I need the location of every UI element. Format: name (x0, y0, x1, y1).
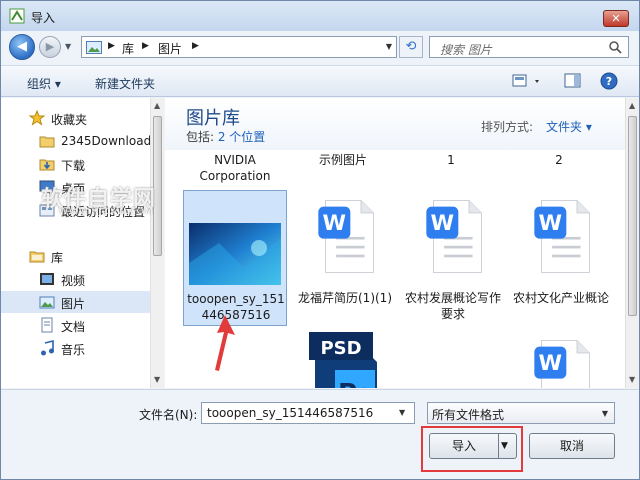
wps-document-icon: W (318, 200, 374, 273)
sort-label: 排列方式: (481, 120, 534, 134)
navigation-bar: ◀ ▶ ▼ ▶ 库 ▶ 图片 ▶ ▼ ⟲ 搜索 图片 (1, 31, 639, 61)
filename-label: 文件名(N): (139, 408, 198, 422)
sidebar-favorites-header[interactable]: 收藏夹 (1, 107, 150, 129)
breadcrumb-separator-icon[interactable]: ▶ (108, 41, 115, 51)
scroll-up-icon[interactable]: ▲ (629, 101, 635, 110)
import-dialog: 导入 ✕ ◀ ▶ ▼ ▶ 库 ▶ 图片 ▶ ▼ ⟲ 搜索 图片 组织 ▾ 新建文… (0, 0, 640, 480)
scroll-up-icon[interactable]: ▲ (154, 101, 160, 110)
new-folder-button[interactable]: 新建文件夹 (95, 75, 155, 92)
file-name: 龙福芹简历(1)(1) (298, 291, 392, 305)
file-item[interactable]: W 龙福芹简历(1)(1) (293, 190, 397, 326)
library-icon (29, 251, 45, 263)
file-item-selected[interactable]: tooopen_sy_151446587516 (183, 190, 287, 326)
svg-text:W: W (539, 351, 563, 376)
library-title: 图片库 (186, 108, 240, 129)
sidebar-item-documents[interactable]: 文档 (1, 314, 150, 336)
search-box[interactable]: 搜索 图片 (429, 36, 629, 58)
search-icon[interactable] (609, 41, 622, 54)
content-scrollbar[interactable]: ▲ ▼ (625, 98, 639, 388)
history-dropdown-icon[interactable]: ▼ (65, 42, 71, 51)
chevron-down-icon: ▼ (601, 409, 608, 418)
command-toolbar: 组织 ▾ 新建文件夹 ? (1, 65, 639, 97)
image-thumbnail (189, 223, 281, 285)
library-header: 图片库 包括: 2 个位置 排列方式: 文件夹 ▾ (165, 98, 625, 150)
star-icon (29, 110, 45, 126)
file-name: 农村文化产业概论 (512, 291, 609, 305)
folder-item[interactable]: NVIDIA Corporation (185, 152, 285, 184)
file-name: 农村发展概论写作要求 (404, 291, 501, 321)
organize-menu[interactable]: 组织 ▾ (27, 75, 61, 92)
wps-document-icon: W (534, 200, 590, 273)
downloads-folder-icon (39, 159, 55, 171)
back-button[interactable]: ◀ (9, 34, 35, 60)
file-item[interactable]: W (509, 328, 613, 388)
sort-dropdown[interactable]: 文件夹 ▾ (546, 118, 592, 135)
address-bar[interactable]: ▶ 库 ▶ 图片 ▶ ▼ (81, 36, 397, 58)
scroll-down-icon[interactable]: ▼ (154, 375, 160, 384)
pictures-library-icon (86, 41, 102, 54)
breadcrumb-libraries[interactable]: 库 (122, 40, 134, 57)
svg-text:W: W (323, 211, 347, 236)
library-includes: 包括: 2 个位置 (186, 130, 266, 144)
folder-item[interactable]: 2 (509, 152, 609, 168)
sidebar-scrollbar[interactable]: ▲ ▼ (150, 98, 164, 388)
breadcrumb-separator-icon[interactable]: ▶ (142, 41, 149, 51)
preview-pane-icon[interactable] (563, 72, 583, 90)
sidebar-item-downloads[interactable]: 下载 (1, 153, 150, 175)
file-item[interactable]: PSD Ps (293, 328, 397, 388)
folder-icon (39, 136, 55, 148)
help-icon[interactable]: ? (599, 72, 619, 90)
scroll-down-icon[interactable]: ▼ (629, 375, 635, 384)
window-title: 导入 (31, 11, 56, 25)
svg-text:?: ? (606, 75, 612, 88)
pictures-icon (39, 296, 55, 309)
svg-text:Ps: Ps (338, 379, 372, 388)
sidebar-item-videos[interactable]: 视频 (1, 268, 150, 290)
filename-dropdown-icon[interactable]: ▼ (399, 408, 405, 417)
library-locations-link[interactable]: 2 个位置 (218, 130, 265, 144)
folder-item[interactable]: 1 (401, 152, 501, 168)
highlight-box-annotation (421, 426, 523, 472)
app-icon (9, 8, 25, 24)
breadcrumb-separator-icon[interactable]: ▶ (192, 41, 199, 51)
footer-panel: 文件名(N): ▼ 所有文件格式 ▼ 导入 ▼ 取消 (1, 389, 639, 479)
documents-icon (41, 317, 53, 333)
refresh-button[interactable]: ⟲ (399, 36, 423, 58)
address-dropdown-icon[interactable]: ▼ (386, 42, 392, 51)
navigation-pane: 收藏夹 2345Downloads 下载 桌面 最近访问的位置 库 视频 图片 … (1, 98, 151, 388)
wps-document-icon: W (534, 340, 590, 388)
file-item[interactable]: W 农村发展概论写作要求 (401, 190, 505, 326)
wps-document-icon: W (426, 200, 482, 273)
sidebar-item-2345downloads[interactable]: 2345Downloads (1, 130, 150, 152)
video-icon (40, 273, 54, 285)
breadcrumb-pictures[interactable]: 图片 (158, 40, 182, 57)
music-icon (41, 340, 54, 356)
close-button[interactable]: ✕ (603, 10, 629, 27)
forward-button[interactable]: ▶ (39, 36, 61, 58)
sidebar-item-music[interactable]: 音乐 (1, 337, 150, 359)
folder-item[interactable]: 示例图片 (293, 152, 393, 168)
red-arrow-annotation (215, 315, 235, 371)
svg-text:PSD: PSD (320, 338, 361, 359)
filetype-select[interactable]: 所有文件格式 ▼ (427, 402, 615, 424)
watermark-subtext: WWW.RJZXW.COM (59, 207, 154, 217)
content-scrollbar-thumb[interactable] (628, 116, 637, 316)
psd-icon: PSD Ps (309, 332, 377, 388)
cancel-button[interactable]: 取消 (529, 433, 615, 459)
svg-text:W: W (539, 211, 563, 236)
sidebar-item-pictures[interactable]: 图片 (1, 291, 150, 313)
file-item[interactable]: W 农村文化产业概论 (509, 190, 613, 326)
view-options-icon[interactable] (511, 72, 545, 90)
title-bar: 导入 ✕ (1, 1, 639, 31)
search-input[interactable]: 搜索 图片 (440, 41, 492, 58)
sidebar-libraries-header[interactable]: 库 (1, 245, 150, 267)
svg-text:W: W (431, 211, 455, 236)
filename-input[interactable] (201, 402, 415, 424)
